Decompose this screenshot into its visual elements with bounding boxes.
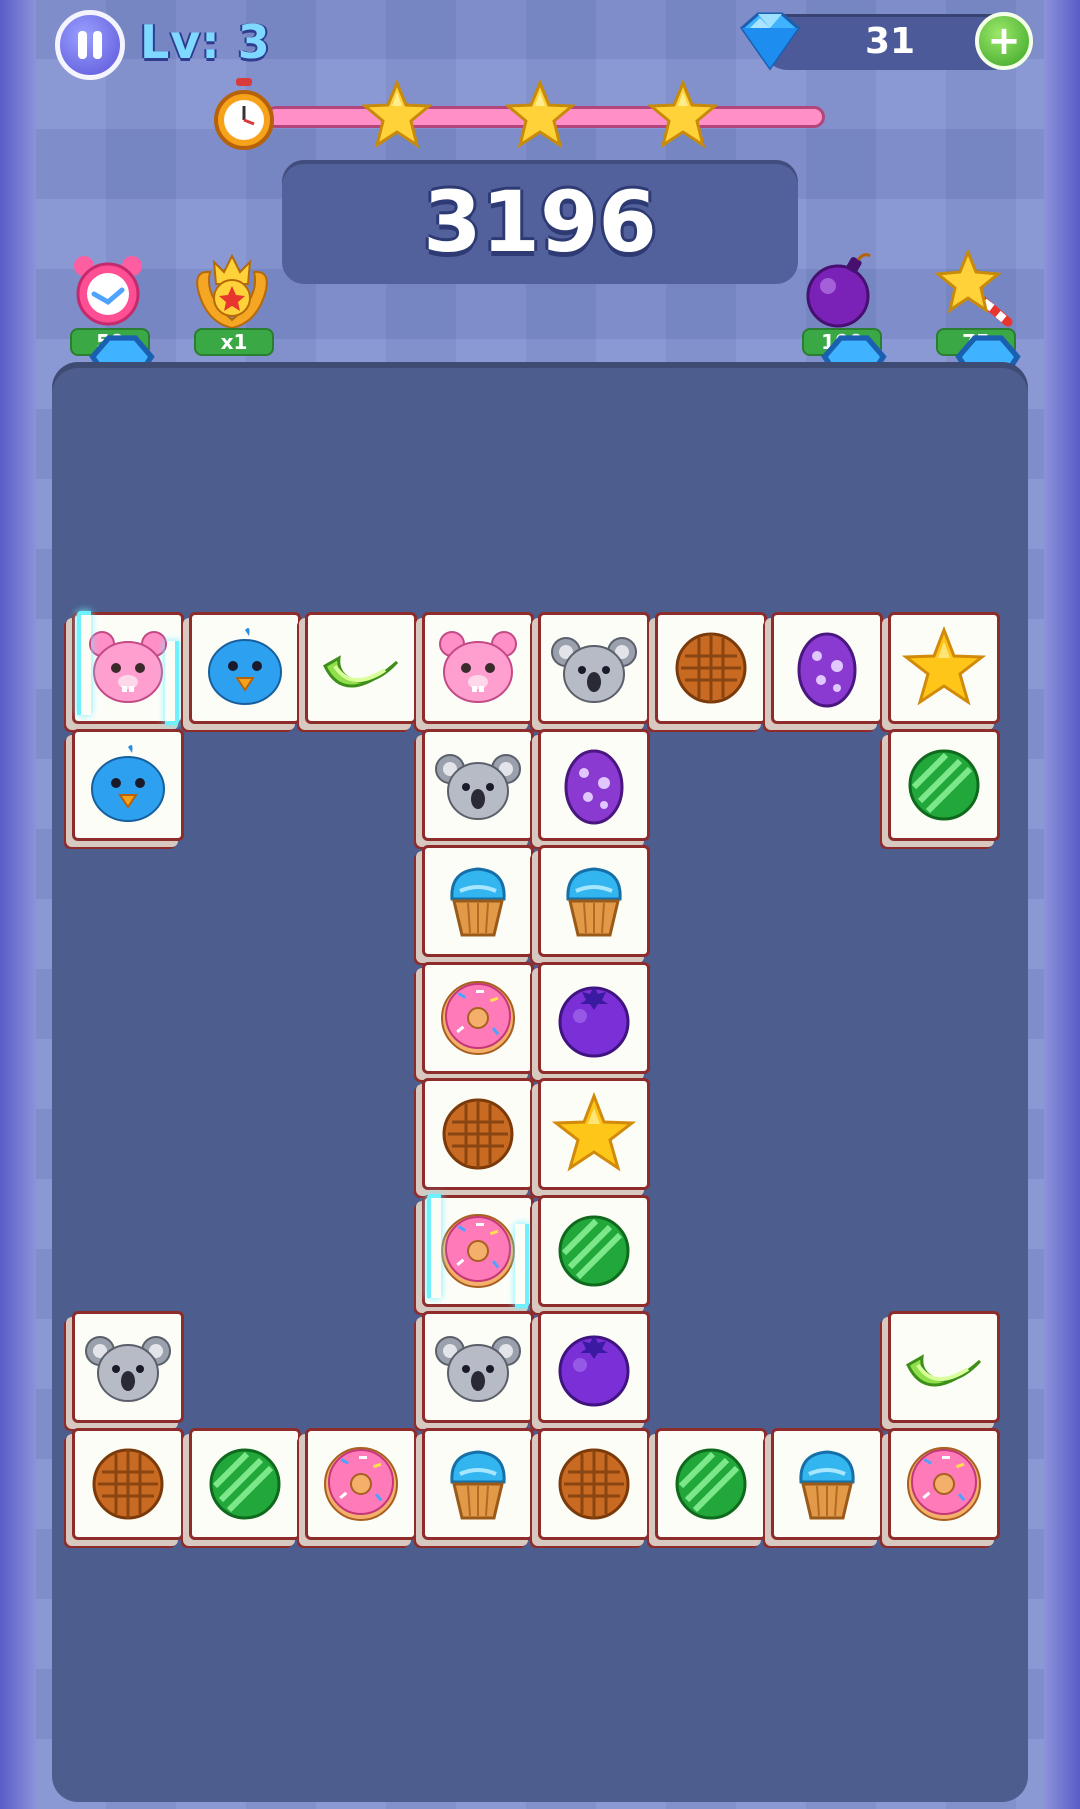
tile-waffle-cookie[interactable] <box>654 612 767 724</box>
tile-koala[interactable] <box>421 728 534 841</box>
tile-pink-donut[interactable] <box>305 1427 417 1540</box>
booster-bomb[interactable]: 100 <box>790 250 890 407</box>
blueberry-icon <box>558 985 630 1057</box>
alarm-clock-icon <box>74 256 142 326</box>
tile-pink-bear[interactable] <box>421 612 534 724</box>
waffle-cookie-icon <box>92 1448 164 1519</box>
tile-cupcake[interactable] <box>771 1427 883 1540</box>
waffle-cookie-icon <box>675 632 746 704</box>
tile-koala[interactable] <box>72 1311 184 1423</box>
pink-donut-icon <box>440 1213 515 1288</box>
koala-icon <box>85 1336 171 1402</box>
tile-green-candy[interactable] <box>654 1427 767 1540</box>
yellow-star-icon <box>901 625 986 706</box>
pink-bear-icon <box>89 631 167 703</box>
green-candy-icon <box>558 1215 630 1286</box>
tile-yellow-star[interactable] <box>538 1078 650 1190</box>
booster-alarm-clock[interactable]: 50 <box>58 250 158 407</box>
level-label: Lv: 3 <box>140 15 271 69</box>
waffle-cookie-icon <box>442 1098 513 1170</box>
waffle-cookie-icon <box>558 1448 630 1519</box>
tile-purple-egg[interactable] <box>771 612 883 724</box>
purple-egg-icon <box>564 749 624 824</box>
green-candy-icon <box>908 749 979 820</box>
pause-icon <box>78 31 87 59</box>
tile-pink-donut[interactable] <box>421 961 534 1074</box>
tile-lime-slice[interactable] <box>887 1311 1000 1423</box>
cupcake-icon <box>449 1449 506 1519</box>
tile-pink-donut[interactable] <box>887 1427 1000 1540</box>
right-edge <box>1044 0 1080 1809</box>
score-value: 3196 <box>423 173 657 271</box>
tile-blue-bird[interactable] <box>72 728 184 841</box>
tile-green-candy[interactable] <box>538 1194 650 1307</box>
green-candy-icon <box>209 1448 280 1519</box>
lime-slice-icon <box>323 655 399 688</box>
booster-multiplier: x1 <box>220 330 248 354</box>
crown-badge-icon <box>196 253 268 330</box>
progress-star-icon <box>362 80 432 149</box>
pink-bear-icon <box>438 631 517 703</box>
tile-waffle-cookie[interactable] <box>72 1427 184 1540</box>
blueberry-icon <box>558 1335 630 1407</box>
tile-pink-bear[interactable] <box>72 611 184 725</box>
score-panel: 3196 <box>282 160 798 284</box>
green-candy-icon <box>675 1448 746 1519</box>
tile-green-candy[interactable] <box>887 728 1000 841</box>
blue-bird-icon <box>91 744 165 822</box>
plus-icon: + <box>987 18 1021 64</box>
yellow-star-icon <box>551 1091 637 1172</box>
tile-cupcake[interactable] <box>421 845 534 957</box>
tile-green-candy[interactable] <box>188 1427 301 1540</box>
tile-waffle-cookie[interactable] <box>538 1427 650 1540</box>
cupcake-icon <box>799 1449 855 1519</box>
booster-magic-wand[interactable]: 75 <box>924 250 1024 407</box>
bomb-icon <box>806 253 871 328</box>
tile-koala[interactable] <box>538 612 650 724</box>
gem-count: 31 <box>864 21 916 62</box>
blue-bird-icon <box>207 628 282 705</box>
tile-koala[interactable] <box>421 1311 534 1423</box>
pink-donut-icon <box>440 980 515 1055</box>
magic-wand-icon <box>934 250 1013 327</box>
tile-blue-bird[interactable] <box>188 612 301 724</box>
tile-cupcake[interactable] <box>538 845 650 957</box>
tile-pink-donut[interactable] <box>421 1193 534 1308</box>
progress-star-icon <box>648 80 718 149</box>
booster-crown-multiplier[interactable]: x1 <box>182 250 282 360</box>
tile-blueberry[interactable] <box>538 961 650 1074</box>
koala-icon <box>434 1336 521 1402</box>
cupcake-icon <box>449 867 506 937</box>
tile-waffle-cookie[interactable] <box>421 1078 534 1190</box>
tile-cupcake[interactable] <box>421 1427 534 1540</box>
tile-purple-egg[interactable] <box>538 728 650 841</box>
left-edge <box>0 0 36 1809</box>
diamond-icon <box>739 12 801 71</box>
purple-egg-icon <box>797 632 857 708</box>
koala-icon <box>551 637 637 703</box>
pause-button[interactable] <box>55 10 125 80</box>
lime-slice-icon <box>905 1354 981 1387</box>
tile-blueberry[interactable] <box>538 1311 650 1423</box>
add-gems-button[interactable]: + <box>975 12 1033 70</box>
progress-star-icon <box>505 80 575 149</box>
pink-donut-icon <box>324 1446 398 1521</box>
pink-donut-icon <box>906 1446 981 1521</box>
cupcake-icon <box>566 867 622 937</box>
tile-yellow-star[interactable] <box>887 612 1000 724</box>
tile-lime-slice[interactable] <box>305 612 417 724</box>
koala-icon <box>434 753 521 820</box>
stopwatch-icon <box>214 78 274 150</box>
